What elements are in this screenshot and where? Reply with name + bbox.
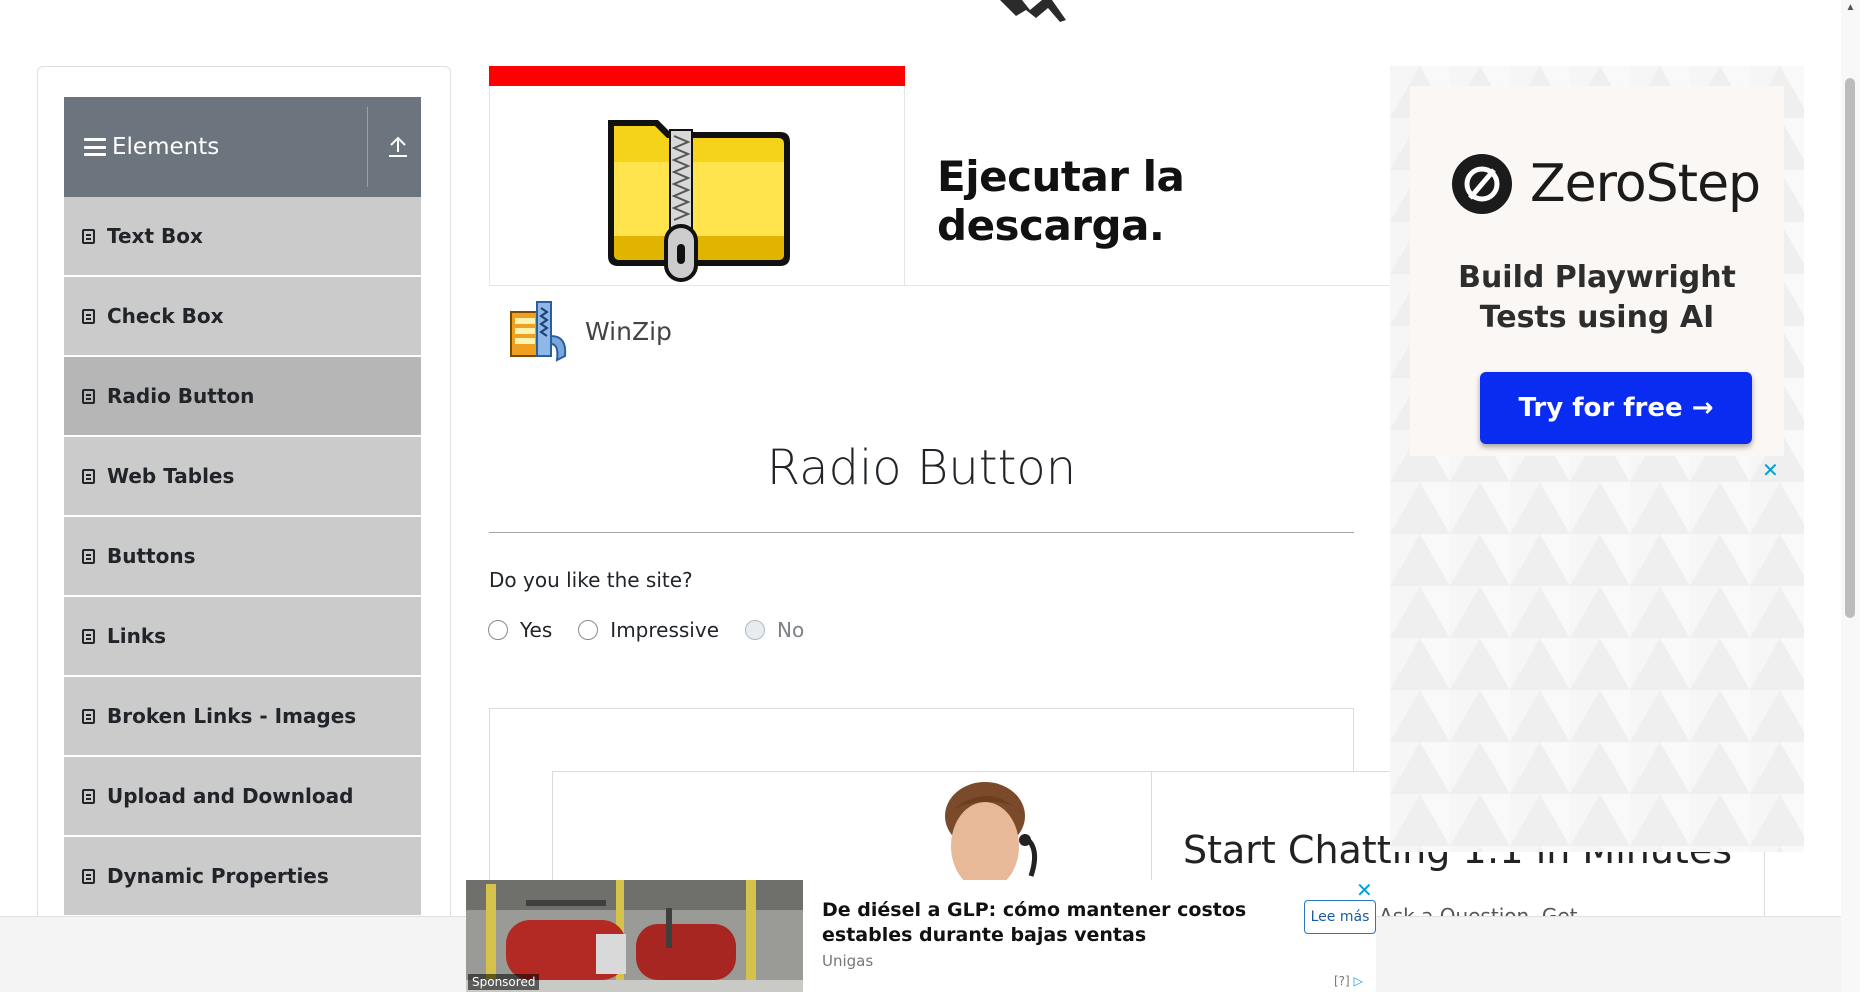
radio-option-impressive[interactable]: Impressive bbox=[578, 618, 719, 642]
title-divider bbox=[489, 532, 1354, 533]
sticky-ad-title[interactable]: De diésel a GLP: cómo mantener costos es… bbox=[822, 898, 1272, 948]
sidebar-item-dynamic-properties[interactable]: Dynamic Properties bbox=[64, 837, 421, 917]
sidebar-item-label: Buttons bbox=[107, 544, 196, 568]
ad-brand-row[interactable]: WinZip bbox=[507, 296, 672, 366]
sidebar-item-label: Upload and Download bbox=[107, 784, 354, 808]
group-title: Elements bbox=[112, 134, 220, 160]
ad-headline: Ejecutar la descarga. bbox=[937, 152, 1185, 250]
radio-yes-input[interactable] bbox=[488, 620, 508, 640]
sidebar-item-radio-button[interactable]: Radio Button bbox=[64, 357, 421, 437]
sticky-ad[interactable]: Sponsored De diésel a GLP: cómo mantener… bbox=[466, 878, 1376, 992]
sidebar-item-label: Radio Button bbox=[107, 384, 255, 408]
sponsored-label: Sponsored bbox=[468, 974, 540, 990]
scrollbar-thumb[interactable] bbox=[1845, 78, 1855, 618]
ad-brand-label: WinZip bbox=[585, 316, 672, 346]
ad-image-box bbox=[489, 86, 905, 286]
page-title: Radio Button bbox=[766, 440, 1077, 496]
radio-no-label: No bbox=[777, 618, 805, 642]
zerostep-brand: ZeroStep bbox=[1530, 154, 1761, 214]
read-more-button[interactable]: Lee más bbox=[1304, 900, 1376, 934]
radio-group: Yes Impressive No bbox=[488, 618, 830, 642]
document-icon bbox=[82, 868, 95, 884]
ad-info-label[interactable]: [?] bbox=[1334, 974, 1350, 988]
zerostep-card[interactable]: ZeroStep Build Playwright Tests using AI… bbox=[1410, 86, 1784, 456]
sidebar-item-label: Links bbox=[107, 624, 167, 648]
document-icon bbox=[82, 788, 95, 804]
top-ad-banner[interactable]: Ejecutar la descarga. bbox=[489, 66, 1395, 286]
sidebar-item-label: Text Box bbox=[107, 224, 203, 248]
scroll-up-arrow-icon[interactable]: ▲ bbox=[1843, 2, 1858, 17]
site-logo-fragment[interactable] bbox=[990, 0, 1070, 24]
sidebar-item-broken-links[interactable]: Broken Links - Images bbox=[64, 677, 421, 757]
sidebar-item-upload-download[interactable]: Upload and Download bbox=[64, 757, 421, 837]
elements-group-header[interactable]: Elements bbox=[64, 97, 421, 197]
sidebar-menu: Text Box Check Box Radio Button Web Tabl… bbox=[64, 197, 421, 917]
ad-red-bar bbox=[489, 66, 905, 86]
document-icon bbox=[82, 468, 95, 484]
radio-option-yes[interactable]: Yes bbox=[488, 618, 552, 642]
zerostep-logo: ZeroStep bbox=[1450, 152, 1761, 216]
right-ad[interactable]: ZeroStep Build Playwright Tests using AI… bbox=[1390, 66, 1804, 852]
winzip-icon bbox=[510, 301, 567, 362]
radio-no-input bbox=[745, 620, 765, 640]
document-icon bbox=[82, 388, 95, 404]
sidebar-item-buttons[interactable]: Buttons bbox=[64, 517, 421, 597]
radio-option-no: No bbox=[745, 618, 804, 642]
document-icon bbox=[82, 308, 95, 324]
adchoices-icon[interactable]: ▷ bbox=[1354, 974, 1363, 988]
document-icon bbox=[82, 548, 95, 564]
radio-impressive-input[interactable] bbox=[578, 620, 599, 640]
radio-question: Do you like the site? bbox=[489, 568, 693, 592]
ad-info-icon[interactable]: [?] ▷ bbox=[1334, 974, 1363, 988]
zerostep-tagline-line1: Build Playwright bbox=[1458, 260, 1736, 295]
ad-close-icon[interactable]: ✕ bbox=[1762, 458, 1779, 482]
zip-folder-icon bbox=[608, 120, 790, 282]
try-for-free-button[interactable]: Try for free → bbox=[1480, 372, 1752, 444]
sticky-ad-brand: Unigas bbox=[822, 952, 874, 970]
zerostep-tagline-line2: Tests using AI bbox=[1479, 300, 1715, 335]
radio-impressive-label[interactable]: Impressive bbox=[610, 618, 719, 642]
sidebar-item-check-box[interactable]: Check Box bbox=[64, 277, 421, 357]
sidebar-item-web-tables[interactable]: Web Tables bbox=[64, 437, 421, 517]
document-icon bbox=[82, 628, 95, 644]
page: Elements Text Box Check Box Radio Button… bbox=[0, 0, 1860, 992]
document-icon bbox=[82, 228, 95, 244]
header-divider bbox=[367, 107, 368, 187]
sticky-ad-close-icon[interactable]: ✕ bbox=[1356, 878, 1373, 902]
collapse-up-icon[interactable] bbox=[387, 134, 409, 160]
zerostep-logo-icon bbox=[1452, 154, 1512, 214]
sidebar-item-links[interactable]: Links bbox=[64, 597, 421, 677]
sidebar-item-label: Broken Links - Images bbox=[107, 704, 357, 728]
sidebar-item-label: Check Box bbox=[107, 304, 224, 328]
document-icon bbox=[82, 708, 95, 724]
radio-yes-label[interactable]: Yes bbox=[520, 618, 552, 642]
sidebar-item-label: Web Tables bbox=[107, 464, 235, 488]
hamburger-icon bbox=[84, 138, 106, 156]
agent-portrait bbox=[945, 782, 1038, 890]
zerostep-tagline: Build Playwright Tests using AI bbox=[1410, 258, 1784, 338]
sidebar-item-text-box[interactable]: Text Box bbox=[64, 197, 421, 277]
sidebar-item-label: Dynamic Properties bbox=[107, 864, 329, 888]
